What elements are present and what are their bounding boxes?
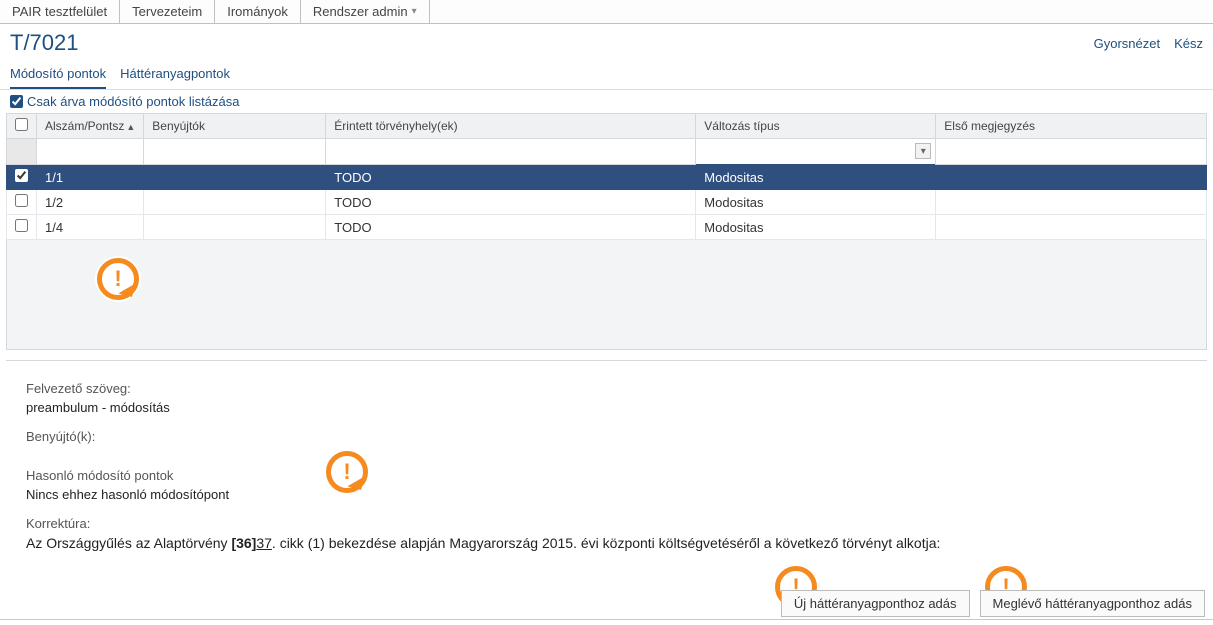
filter-elso-input[interactable] <box>936 140 1206 164</box>
cell-elso <box>936 165 1207 190</box>
cell-valtozas: Modositas <box>696 190 936 215</box>
col-alszam[interactable]: Alszám/Pontsz▲ <box>37 114 144 139</box>
cell-benyujtok <box>144 165 326 190</box>
table-row[interactable]: 1/4 TODO Modositas <box>7 215 1207 240</box>
felvezeto-label: Felvezető szöveg: <box>26 381 1187 396</box>
add-existing-hatter-button[interactable]: Meglévő háttéranyagponthoz adás <box>980 590 1205 617</box>
done-link[interactable]: Kész <box>1174 36 1203 51</box>
nav-home[interactable]: PAIR tesztfelület <box>0 0 120 23</box>
col-benyujtok[interactable]: Benyújtók <box>144 114 326 139</box>
tabs: Módosító pontok Háttéranyagpontok <box>0 56 1213 90</box>
orphan-checkbox[interactable] <box>10 95 23 108</box>
title-links: Gyorsnézet Kész <box>1094 36 1203 51</box>
grid-header-row: Alszám/Pontsz▲ Benyújtók Érintett törvén… <box>7 114 1207 139</box>
hasonlo-value: Nincs ehhez hasonló módosítópont <box>26 487 1187 502</box>
grid-filter-row: ▾ <box>7 139 1207 165</box>
chevron-down-icon: ▾ <box>412 6 417 17</box>
korrektura-ins: 37 <box>256 535 272 551</box>
page-title: T/7021 <box>10 30 79 56</box>
filter-erintett-input[interactable] <box>326 140 695 164</box>
cell-alszam: 1/4 <box>37 215 144 240</box>
cell-erintett: TODO <box>326 215 696 240</box>
row-checkbox[interactable] <box>15 169 28 182</box>
korrektura-text: Az Országgyűlés az Alaptörvény [36]37. c… <box>26 535 1187 551</box>
cell-valtozas: Modositas <box>696 165 936 190</box>
cell-erintett: TODO <box>326 165 696 190</box>
cell-benyujtok <box>144 215 326 240</box>
benyujto-label: Benyújtó(k): <box>26 429 1187 444</box>
col-valtozas[interactable]: Változás típus <box>696 114 936 139</box>
cell-valtozas: Modositas <box>696 215 936 240</box>
grid-empty-area: ! <box>6 240 1207 350</box>
table-row[interactable]: 1/1 TODO Modositas <box>7 165 1207 190</box>
tab-modosito-pontok[interactable]: Módosító pontok <box>10 62 106 89</box>
filter-select-cell <box>7 139 37 165</box>
quickview-link[interactable]: Gyorsnézet <box>1094 36 1160 51</box>
cell-elso <box>936 215 1207 240</box>
nav-tervezeteim[interactable]: Tervezeteim <box>120 0 215 23</box>
bottom-bar: Új háttéranyagponthoz adás Meglévő hátté… <box>781 590 1205 617</box>
row-checkbox[interactable] <box>15 219 28 232</box>
cell-alszam: 1/2 <box>37 190 144 215</box>
korrektura-pre: Az Országgyűlés az Alaptörvény <box>26 535 231 551</box>
row-checkbox[interactable] <box>15 194 28 207</box>
cell-elso <box>936 190 1207 215</box>
filter-bar: Csak árva módósító pontok listázása <box>0 90 1213 113</box>
chevron-down-icon[interactable]: ▾ <box>915 143 931 159</box>
select-all-checkbox[interactable] <box>15 118 28 131</box>
felvezeto-value: preambulum - módosítás <box>26 400 1187 415</box>
hasonlo-label: Hasonló módosító pontok <box>26 468 1187 483</box>
cell-benyujtok <box>144 190 326 215</box>
korrektura-label: Korrektúra: <box>26 516 1187 531</box>
detail-panel: Felvezető szöveg: preambulum - módosítás… <box>6 360 1207 620</box>
sort-asc-icon: ▲ <box>126 122 135 132</box>
callout-icon: ! <box>326 451 368 493</box>
col-select[interactable] <box>7 114 37 139</box>
footer-separator <box>0 619 1213 620</box>
callout-icon: ! <box>97 258 139 300</box>
orphan-label: Csak árva módósító pontok listázása <box>27 94 239 109</box>
korrektura-del: [36] <box>231 535 256 551</box>
col-elso[interactable]: Első megjegyzés <box>936 114 1207 139</box>
grid: Alszám/Pontsz▲ Benyújtók Érintett törvén… <box>6 113 1207 240</box>
korrektura-post: . cikk (1) bekezdése alapján Magyarorszá… <box>272 535 940 551</box>
filter-valtozas-select[interactable] <box>696 140 935 164</box>
title-row: T/7021 Gyorsnézet Kész <box>0 24 1213 56</box>
cell-alszam: 1/1 <box>37 165 144 190</box>
add-new-hatter-button[interactable]: Új háttéranyagponthoz adás <box>781 590 970 617</box>
nav-admin[interactable]: Rendszer admin ▾ <box>301 0 430 23</box>
top-nav: PAIR tesztfelület Tervezeteim Irományok … <box>0 0 1213 24</box>
cell-erintett: TODO <box>326 190 696 215</box>
nav-admin-label: Rendszer admin <box>313 4 408 19</box>
tab-hatteranyagpontok[interactable]: Háttéranyagpontok <box>120 62 230 89</box>
table-row[interactable]: 1/2 TODO Modositas <box>7 190 1207 215</box>
nav-iromanyok[interactable]: Irományok <box>215 0 301 23</box>
col-erintett[interactable]: Érintett törvényhely(ek) <box>326 114 696 139</box>
filter-benyujtok-input[interactable] <box>144 140 325 164</box>
filter-alszam-input[interactable] <box>37 140 143 164</box>
col-alszam-label: Alszám/Pontsz <box>45 119 124 133</box>
